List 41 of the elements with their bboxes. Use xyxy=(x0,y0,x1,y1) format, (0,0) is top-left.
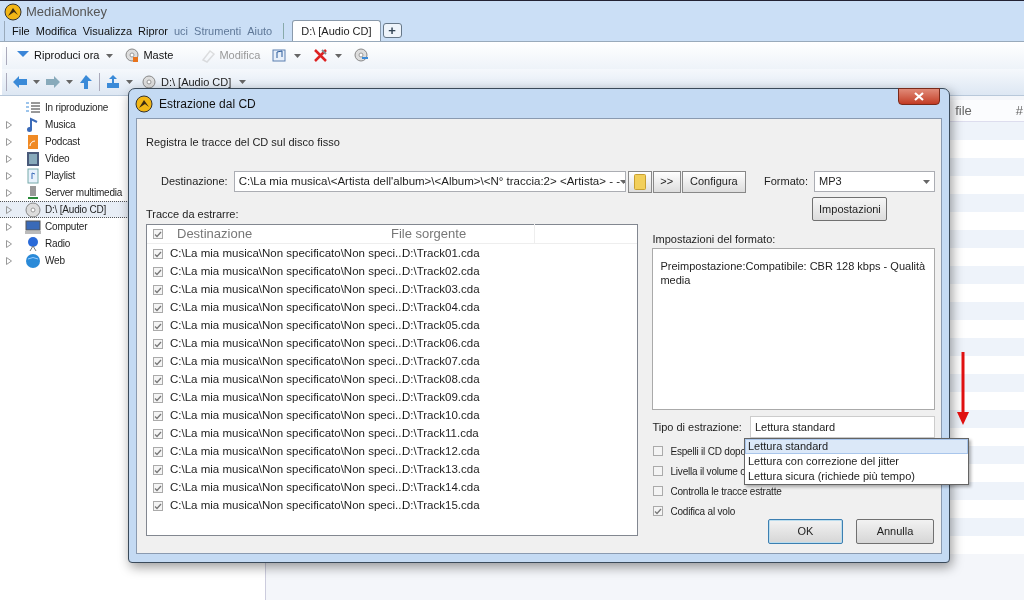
table-cell-text: D:\Track06.cda xyxy=(402,336,480,352)
table-cell-text: D:\Track03.cda xyxy=(402,282,480,298)
table-cell-text: C:\La mia musica\Non specificato\Non speci... xyxy=(170,480,402,496)
table-cell-text: D:\Track11.cda xyxy=(402,426,479,442)
table-cell-text: D:\Track01.cda xyxy=(402,246,480,262)
table-cell-text: D:\Track05.cda xyxy=(402,318,480,334)
table-cell-text: C:\La mia musica\Non specificato\Non speci... xyxy=(170,318,402,334)
table-cell-text: C:\La mia musica\Non specificato\Non speci... xyxy=(170,336,402,352)
table-cell-text: C:\La mia musica\Non specificato\Non speci... xyxy=(170,444,402,460)
table-cell-text: C:\La mia musica\Non specificato\Non speci... xyxy=(170,372,402,388)
table-cell-text: D:\Track10.cda xyxy=(402,408,480,424)
checkbox-label: Controlla le tracce estratte xyxy=(670,484,782,499)
table-cell-text: C:\La mia musica\Non specificato\Non speci... xyxy=(170,426,402,442)
table-cell-text: D:\Track02.cda xyxy=(402,264,480,280)
window-title: MediaMonkey xyxy=(26,2,107,21)
format-settings-box: Preimpostazione:Compatibile: CBR 128 kbps - Qualità media xyxy=(652,248,935,410)
table-cell-text: C:\La mia musica\Non specificato\Non speci... xyxy=(170,390,402,406)
table-cell-text: D:\Track09.cda xyxy=(402,390,480,406)
table-cell-text: D:\Track07.cda xyxy=(402,354,480,370)
table-cell-text: C:\La mia musica\Non specificato\Non speci... xyxy=(170,408,402,424)
table-cell-text: D:\Track12.cda xyxy=(402,444,480,460)
table-cell-text: C:\La mia musica\Non specificato\Non speci... xyxy=(170,264,402,280)
table-cell-text: D:\Track14.cda xyxy=(402,480,480,496)
table-cell-text: C:\La mia musica\Non specificato\Non speci... xyxy=(170,354,402,370)
dialog-title: Estrazione dal CD xyxy=(159,95,256,113)
table-cell-text: D:\Track13.cda xyxy=(402,462,480,478)
table-cell-text: C:\La mia musica\Non specificato\Non speci... xyxy=(170,462,402,478)
table-cell-text: D:\Track08.cda xyxy=(402,372,480,388)
field-label: Tipo di estrazione: xyxy=(652,419,742,435)
table-cell-text: C:\La mia musica\Non specificato\Non speci... xyxy=(170,282,402,298)
section-label: Impostazioni del formato: xyxy=(652,232,777,246)
table-cell-text: D:\Track04.cda xyxy=(402,300,480,316)
section-label: Tracce da estrarre: xyxy=(146,207,240,221)
checkbox-label: Codifica al volo xyxy=(670,504,736,519)
table-cell-text: D:\Track15.cda xyxy=(402,498,480,514)
field-label: Formato: xyxy=(764,174,809,190)
table-cell-text: C:\La mia musica\Non specificato\Non speci... xyxy=(170,498,402,514)
table-cell-text: C:\La mia musica\Non specificato\Non speci... xyxy=(170,300,402,316)
intro-text: Registra le tracce del CD sul disco fisso xyxy=(146,135,341,150)
table-cell-text: C:\La mia musica\Non specificato\Non speci... xyxy=(170,246,402,262)
field-label: Destinazione: xyxy=(161,174,228,190)
